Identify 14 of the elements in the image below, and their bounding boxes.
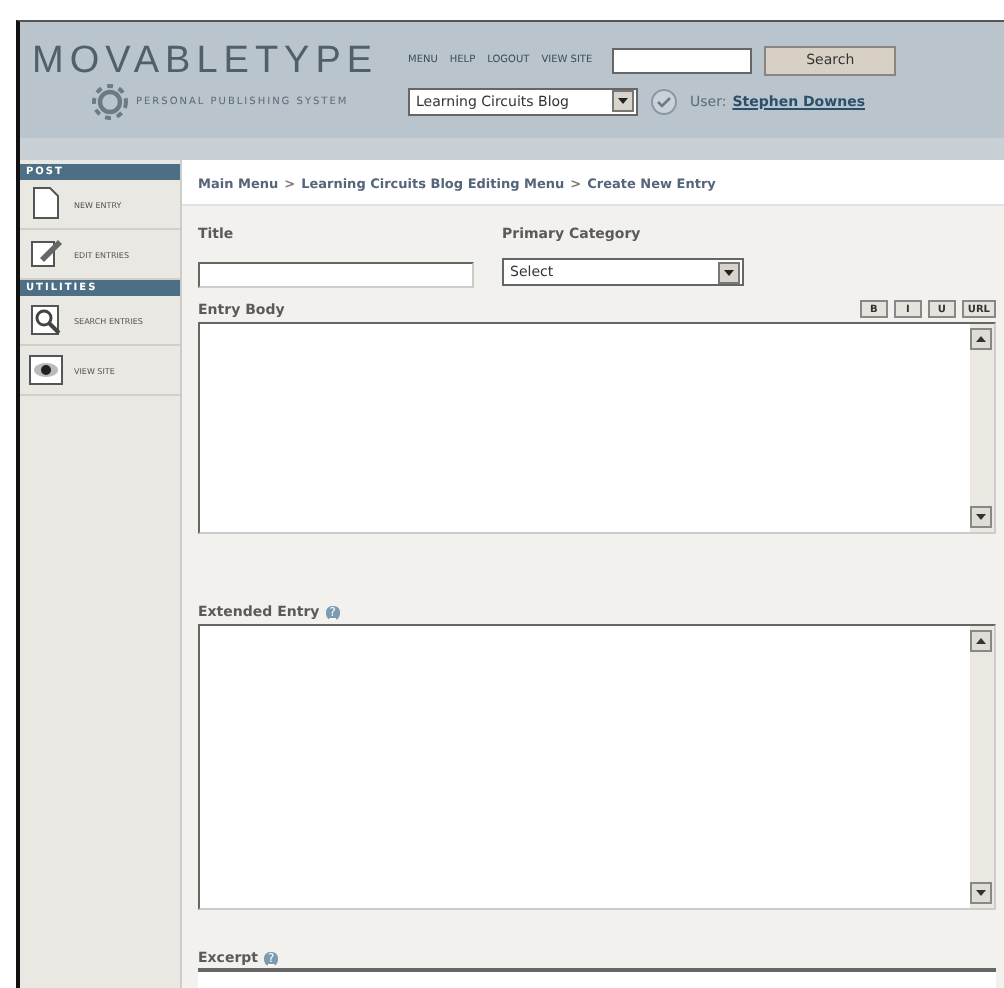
excerpt-field[interactable] <box>198 968 996 988</box>
magnifier-icon <box>26 300 66 340</box>
scroll-up-icon <box>970 328 992 350</box>
title-field[interactable] <box>198 262 474 288</box>
entry-body-field[interactable] <box>198 322 996 534</box>
check-circle-icon <box>650 87 678 115</box>
search-field[interactable] <box>612 47 753 73</box>
gear-icon <box>92 84 128 120</box>
eye-icon <box>26 350 66 390</box>
logo-text: MOVABLETYPE <box>32 40 379 82</box>
scroll-down-icon <box>970 506 992 528</box>
scroll-up-icon <box>970 630 992 652</box>
extended-entry-field[interactable] <box>198 624 996 910</box>
scroll-down-icon <box>970 882 992 904</box>
